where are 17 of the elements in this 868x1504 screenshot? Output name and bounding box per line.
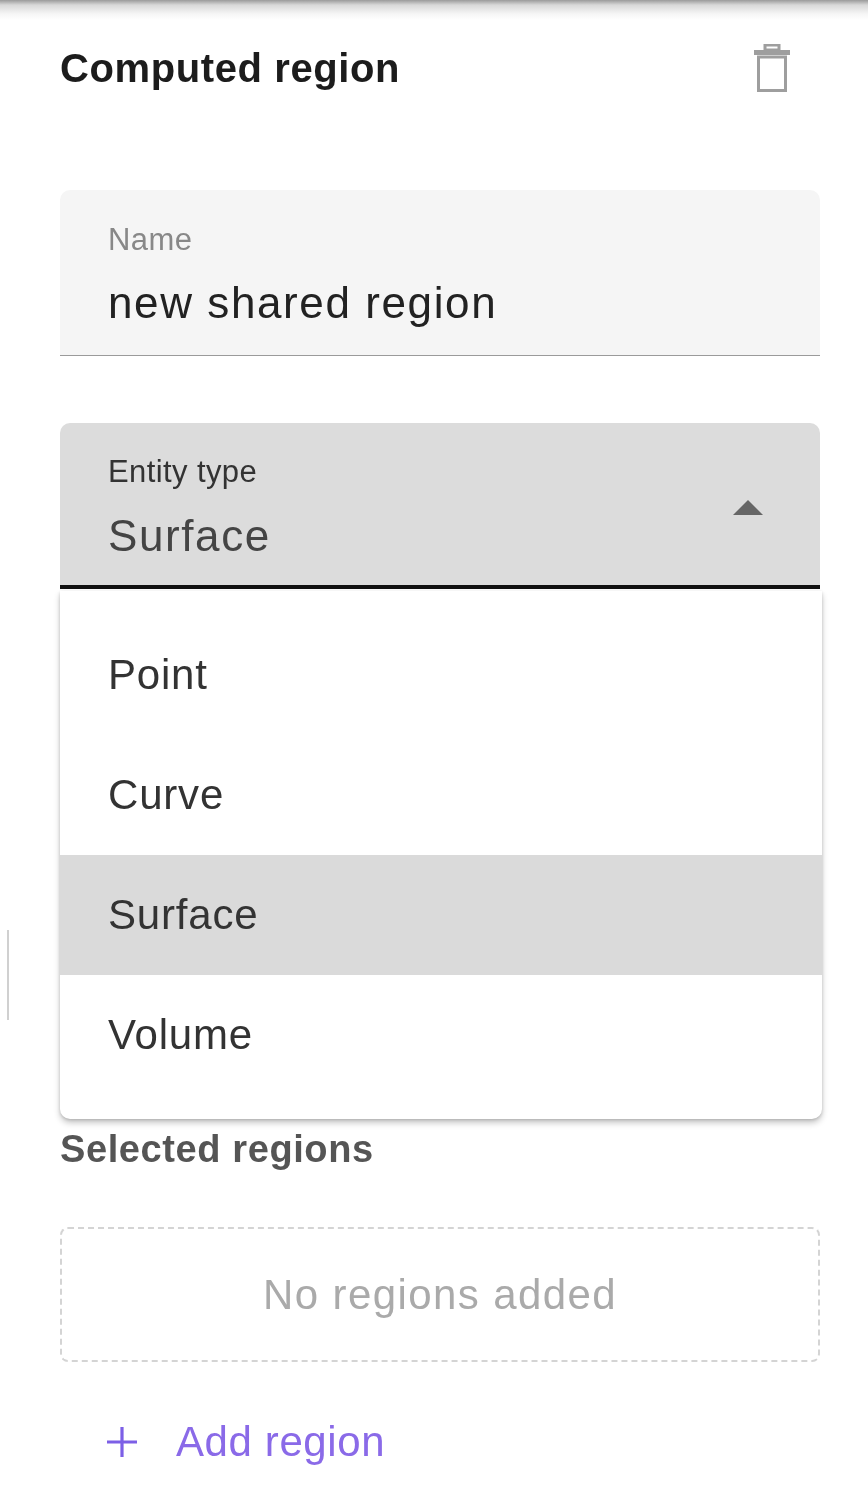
menu-option[interactable]: Volume (60, 975, 822, 1095)
menu-option[interactable]: Point (60, 615, 822, 735)
name-field[interactable]: Name new shared region (60, 190, 820, 356)
plus-icon (106, 1426, 138, 1458)
entity-type-select[interactable]: Entity type Surface (60, 423, 820, 589)
menu-option[interactable]: Surface (60, 855, 822, 975)
menu-option[interactable]: Curve (60, 735, 822, 855)
field-value: Surface (108, 512, 271, 560)
trash-icon[interactable] (754, 44, 790, 92)
panel-title: Computed region (60, 46, 401, 90)
field-value: new shared region (108, 279, 498, 327)
empty-message: No regions added (263, 1270, 617, 1319)
section-title: Selected regions (60, 1129, 374, 1169)
add-region-button[interactable]: Add region (90, 1409, 402, 1475)
field-label: Name (108, 223, 193, 257)
field-label: Entity type (108, 455, 258, 489)
caret-up-icon (733, 500, 763, 515)
